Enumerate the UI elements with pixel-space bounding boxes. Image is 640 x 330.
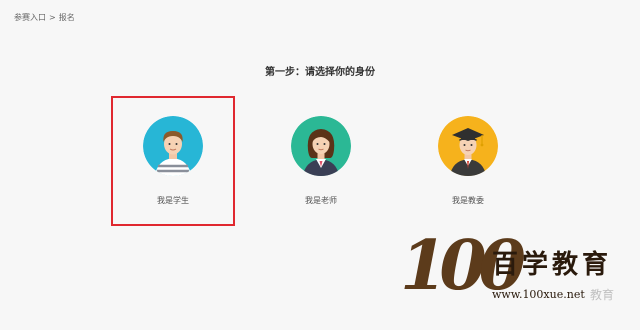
role-option-teacher[interactable]: 我是老师: [259, 96, 383, 226]
watermark-faint-text: 教育: [590, 288, 615, 302]
student-avatar-icon: [143, 116, 203, 176]
breadcrumb-current: 报名: [58, 13, 75, 22]
role-label-student: 我是学生: [157, 196, 189, 205]
breadcrumb-separator: >: [49, 13, 56, 22]
role-label-teacher: 我是老师: [305, 196, 337, 205]
breadcrumb-link-entry[interactable]: 参赛入口: [14, 13, 46, 22]
watermark-logo-text: 百学教育: [492, 250, 613, 280]
watermark-url: www.100xue.net: [492, 288, 585, 301]
watermark-logo: 100 百学教育 www.100xue.net 教育: [400, 232, 640, 330]
step-title: 第一步：请选择你的身份: [265, 67, 375, 78]
role-option-official[interactable]: 我是教委: [406, 96, 530, 226]
teacher-avatar-icon: [291, 116, 351, 176]
role-label-official: 我是教委: [452, 196, 484, 205]
official-avatar-icon: [438, 116, 498, 176]
breadcrumb: 参赛入口 > 报名: [14, 12, 75, 23]
role-option-student[interactable]: 我是学生: [111, 96, 235, 226]
